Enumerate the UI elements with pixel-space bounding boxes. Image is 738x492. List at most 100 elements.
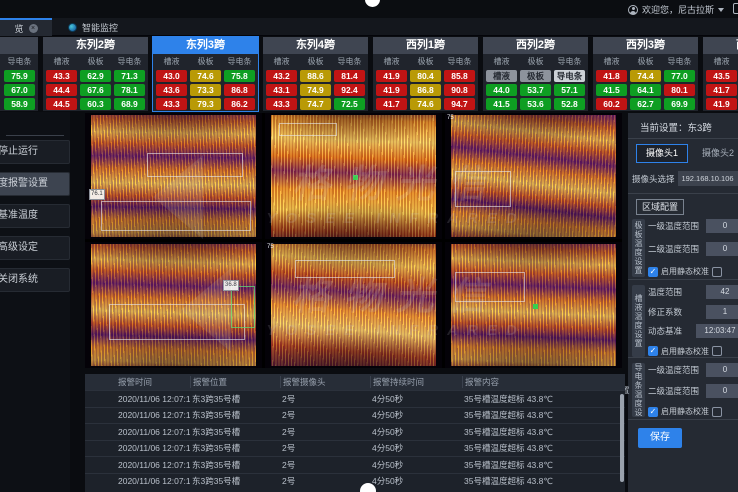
- checkbox-unchecked[interactable]: [712, 267, 722, 277]
- setting-input[interactable]: 0: [706, 242, 738, 256]
- table-cell: 35号槽温度超标 43.8℃: [462, 409, 625, 421]
- sidebar-item-2[interactable]: 温度报警设置: [0, 172, 70, 196]
- detection-region: [231, 286, 255, 328]
- settings-panel: 当前设置：东3跨 摄像头1 摄像头2 摄像头选择 192.168.10.106 …: [628, 113, 738, 492]
- camera-5[interactable]: 75: [265, 242, 442, 368]
- span-column-4[interactable]: 东列4跨槽液极板导电条43.288.681.443.174.992.443.37…: [262, 36, 369, 112]
- camera-4[interactable]: 36.8: [85, 242, 262, 368]
- fullscreen-icon[interactable]: [733, 3, 738, 14]
- value-row: 43.288.681.4: [266, 70, 365, 82]
- camera-tab-1[interactable]: 摄像头1: [636, 144, 688, 163]
- table-cell: 2号: [280, 459, 370, 471]
- checkbox-checked[interactable]: ✓: [648, 346, 658, 356]
- setting-row: 一级温度范围 0: [648, 219, 738, 233]
- setting-input[interactable]: 1: [706, 305, 738, 319]
- setting-input[interactable]: 12:03:47: [696, 324, 738, 338]
- sub-header-row: 槽液极板导电条: [156, 55, 255, 68]
- monitor-icon: [68, 23, 77, 32]
- value-row: 58.9: [0, 98, 35, 110]
- span-column-7[interactable]: 西列3跨槽液极板导电条41.874.477.041.564.180.160.26…: [592, 36, 699, 112]
- sub-header: 极板: [520, 55, 551, 68]
- span-column-2[interactable]: 东列2跨槽液极板导电条43.362.971.344.467.678.144.56…: [42, 36, 149, 112]
- camera-1[interactable]: 76.1: [85, 113, 262, 239]
- setting-label: 动态基准: [648, 325, 682, 337]
- setting-input[interactable]: 0: [706, 219, 738, 233]
- value-row: 60.262.769.9: [596, 98, 695, 110]
- sidebar-item-5[interactable]: 关闭系统: [0, 268, 70, 292]
- sidebar-item-3[interactable]: 基准温度: [0, 204, 70, 228]
- detection-region: [147, 153, 243, 177]
- span-column-header[interactable]: 东列2跨: [43, 37, 148, 54]
- region-config-button[interactable]: 区域配置: [636, 199, 684, 215]
- span-column-header[interactable]: 西列4跨: [703, 37, 738, 54]
- camera-ip-select[interactable]: 192.168.10.106: [678, 171, 738, 186]
- span-column-header[interactable]: 西列3跨: [593, 37, 698, 54]
- camera-6[interactable]: [445, 242, 622, 368]
- checkbox-unchecked[interactable]: [712, 346, 722, 356]
- span-column-header[interactable]: 西列2跨: [483, 37, 588, 54]
- setting-row: 二级温度范围0: [648, 384, 738, 398]
- span-column-3[interactable]: 东列3跨槽液极板导电条43.074.675.843.673.386.843.37…: [152, 36, 259, 112]
- setting-input[interactable]: 42: [706, 285, 738, 299]
- span-column-header[interactable]: 跨: [0, 37, 38, 54]
- temp-cell: 62.9: [80, 70, 111, 82]
- checkbox-checked[interactable]: ✓: [648, 407, 658, 417]
- table-row[interactable]: 2020/11/06 12:07:16东3跨35号槽2号4分50秒35号槽温度超…: [85, 440, 625, 457]
- sub-header: 槽液: [46, 55, 77, 68]
- table-row[interactable]: 2020/11/06 12:07:16东3跨35号槽2号4分50秒35号槽温度超…: [85, 390, 625, 407]
- tab-video-browse[interactable]: 览 ×: [0, 18, 52, 36]
- table-scrollbar[interactable]: [620, 394, 624, 482]
- span-column-8[interactable]: 西列4跨槽液43.541.741.9: [702, 36, 738, 112]
- corner-temp-label: 75: [447, 115, 454, 121]
- group-vertical-label: 槽液温度设置: [632, 285, 645, 357]
- user-menu[interactable]: 欢迎您，尼古拉斯: [628, 3, 724, 16]
- setting-label: 修正系数: [648, 306, 682, 318]
- span-column-1[interactable]: 跨导电条75.967.058.9: [0, 36, 39, 112]
- camera-2[interactable]: [265, 113, 442, 239]
- close-icon[interactable]: ×: [29, 24, 38, 33]
- setting-row: 动态基准 12:03:47: [648, 324, 738, 338]
- temp-cell: 极板: [520, 70, 551, 82]
- detection-region: [295, 260, 395, 278]
- span-column-6[interactable]: 西列2跨槽液极板导电条槽液极板导电条44.053.757.141.553.652…: [482, 36, 589, 112]
- value-row: 44.467.678.1: [46, 84, 145, 96]
- sub-header-row: 槽液极板导电条: [486, 55, 585, 68]
- sidebar-item-1[interactable]: 停止运行: [0, 140, 70, 164]
- welcome-text: 欢迎您，尼古拉斯: [642, 3, 714, 16]
- tab-smart-monitor[interactable]: 智能监控: [58, 18, 128, 36]
- temp-cell: 60.2: [596, 98, 627, 110]
- sub-header: 导电条: [554, 55, 585, 68]
- value-row: 43.174.992.4: [266, 84, 365, 96]
- table-row[interactable]: 2020/11/06 12:07:16东3跨35号槽2号4分50秒35号槽温度超…: [85, 407, 625, 424]
- detection-region: [101, 201, 251, 231]
- table-cell: 4分50秒: [370, 426, 462, 438]
- value-row: 41.986.890.8: [376, 84, 475, 96]
- save-button[interactable]: 保存: [638, 428, 682, 448]
- checkbox-checked[interactable]: ✓: [648, 267, 658, 277]
- span-column-header[interactable]: 西列1跨: [373, 37, 478, 54]
- setting-label: 一级温度范围: [648, 220, 699, 232]
- sub-header: 极板: [300, 55, 331, 68]
- span-column-header[interactable]: 东列4跨: [263, 37, 368, 54]
- temp-cell: 74.6: [410, 98, 441, 110]
- table-cell: 2号: [280, 409, 370, 421]
- value-row: 75.9: [0, 70, 35, 82]
- span-column-header[interactable]: 东列3跨: [153, 37, 258, 54]
- span-column-5[interactable]: 西列1跨槽液极板导电条41.980.485.841.986.890.841.77…: [372, 36, 479, 112]
- camera-tab-2[interactable]: 摄像头2: [696, 144, 738, 163]
- setting-input[interactable]: 0: [706, 363, 738, 377]
- table-cell: 东3跨35号槽: [190, 475, 280, 487]
- bottom-indicator-dot: [360, 483, 376, 492]
- table-row[interactable]: 2020/11/06 12:07:16东3跨35号槽2号4分50秒35号槽温度超…: [85, 473, 625, 490]
- corner-temp-label: 75: [267, 244, 274, 250]
- sub-header: 导电条: [334, 55, 365, 68]
- table-cell: 2020/11/06 12:07:16: [85, 394, 190, 404]
- table-row[interactable]: 2020/11/06 12:07:16东3跨35号槽2号4分50秒35号槽温度超…: [85, 456, 625, 473]
- sidebar-item-4[interactable]: 高级设定: [0, 236, 70, 260]
- camera-3[interactable]: 75: [445, 113, 622, 239]
- temp-cell: 52.8: [554, 98, 585, 110]
- setting-input[interactable]: 0: [706, 384, 738, 398]
- table-row[interactable]: 2020/11/06 12:07:16东3跨35号槽2号4分50秒35号槽温度超…: [85, 423, 625, 440]
- checkbox-unchecked[interactable]: [712, 407, 722, 417]
- temp-cell: 44.5: [46, 98, 77, 110]
